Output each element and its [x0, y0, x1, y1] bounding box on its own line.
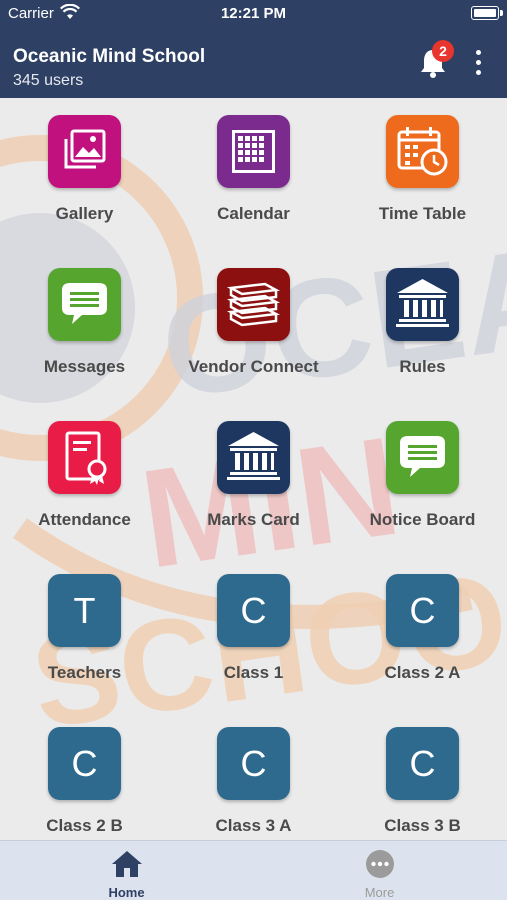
letter-avatar-icon: T	[48, 574, 121, 647]
more-options-icon[interactable]	[470, 48, 488, 78]
tile-messages[interactable]: Messages	[0, 251, 169, 401]
tile-label: Attendance	[38, 510, 131, 529]
tile-label: Rules	[399, 357, 446, 376]
tile-teachers[interactable]: T Teachers	[0, 557, 169, 707]
messages-icon	[48, 268, 121, 341]
battery-icon	[471, 6, 499, 20]
letter-avatar-icon: C	[48, 727, 121, 800]
tile-calendar[interactable]: Calendar	[169, 98, 338, 248]
letter-avatar-icon: C	[386, 727, 459, 800]
tile-class-3b[interactable]: C Class 3 B	[338, 710, 507, 840]
tile-vendor-connect[interactable]: Vendor Connect	[169, 251, 338, 401]
tile-time-table[interactable]: Time Table	[338, 98, 507, 248]
more-icon	[364, 849, 396, 879]
tile-label: Class 3 A	[215, 816, 292, 835]
tab-home[interactable]: Home	[0, 841, 253, 900]
tile-notice-board[interactable]: Notice Board	[338, 404, 507, 554]
tile-class-3a[interactable]: C Class 3 A	[169, 710, 338, 840]
institution-icon	[386, 268, 459, 341]
clock: 12:21 PM	[220, 5, 287, 22]
tab-label: More	[364, 885, 395, 900]
bottom-tab-bar: Home More	[0, 840, 507, 900]
messages-icon	[386, 421, 459, 494]
tile-label: Gallery	[55, 204, 114, 223]
dashboard-content: OCEA MIN SCHOO Gallery Calendar Time Tab…	[0, 98, 507, 840]
tile-attendance[interactable]: Attendance	[0, 404, 169, 554]
books-icon	[217, 268, 290, 341]
user-count: 345 users	[13, 72, 84, 89]
timetable-icon	[386, 115, 459, 188]
status-bar: Carrier 12:21 PM	[0, 0, 507, 28]
tile-label: Class 2 B	[46, 816, 123, 835]
tile-class-1[interactable]: C Class 1	[169, 557, 338, 707]
tile-gallery[interactable]: Gallery	[0, 98, 169, 248]
tile-rules[interactable]: Rules	[338, 251, 507, 401]
calendar-icon	[217, 115, 290, 188]
tile-marks-card[interactable]: Marks Card	[169, 404, 338, 554]
tile-label: Marks Card	[207, 510, 300, 529]
battery-nub	[500, 10, 503, 16]
letter-avatar-icon: C	[217, 574, 290, 647]
tab-label: Home	[108, 885, 145, 900]
tile-label: Teachers	[47, 663, 122, 682]
certificate-icon	[48, 421, 121, 494]
institution-icon	[217, 421, 290, 494]
letter-avatar-icon: C	[217, 727, 290, 800]
tile-label: Class 2 A	[384, 663, 461, 682]
tile-class-2b[interactable]: C Class 2 B	[0, 710, 169, 840]
tile-label: Calendar	[217, 204, 290, 223]
tab-more[interactable]: More	[253, 841, 506, 900]
tile-label: Vendor Connect	[188, 357, 319, 376]
gallery-icon	[48, 115, 121, 188]
letter-avatar-icon: C	[386, 574, 459, 647]
page-title: Oceanic Mind School	[13, 46, 206, 67]
tile-label: Class 1	[223, 663, 284, 682]
tile-class-2a[interactable]: C Class 2 A	[338, 557, 507, 707]
app-header: Oceanic Mind School 345 users 2	[0, 28, 507, 98]
tile-label: Notice Board	[369, 510, 476, 529]
tile-label: Class 3 B	[384, 816, 461, 835]
notification-badge[interactable]: 2	[432, 40, 454, 62]
home-icon	[111, 849, 143, 879]
tile-label: Messages	[43, 357, 126, 376]
tile-label: Time Table	[378, 204, 467, 223]
